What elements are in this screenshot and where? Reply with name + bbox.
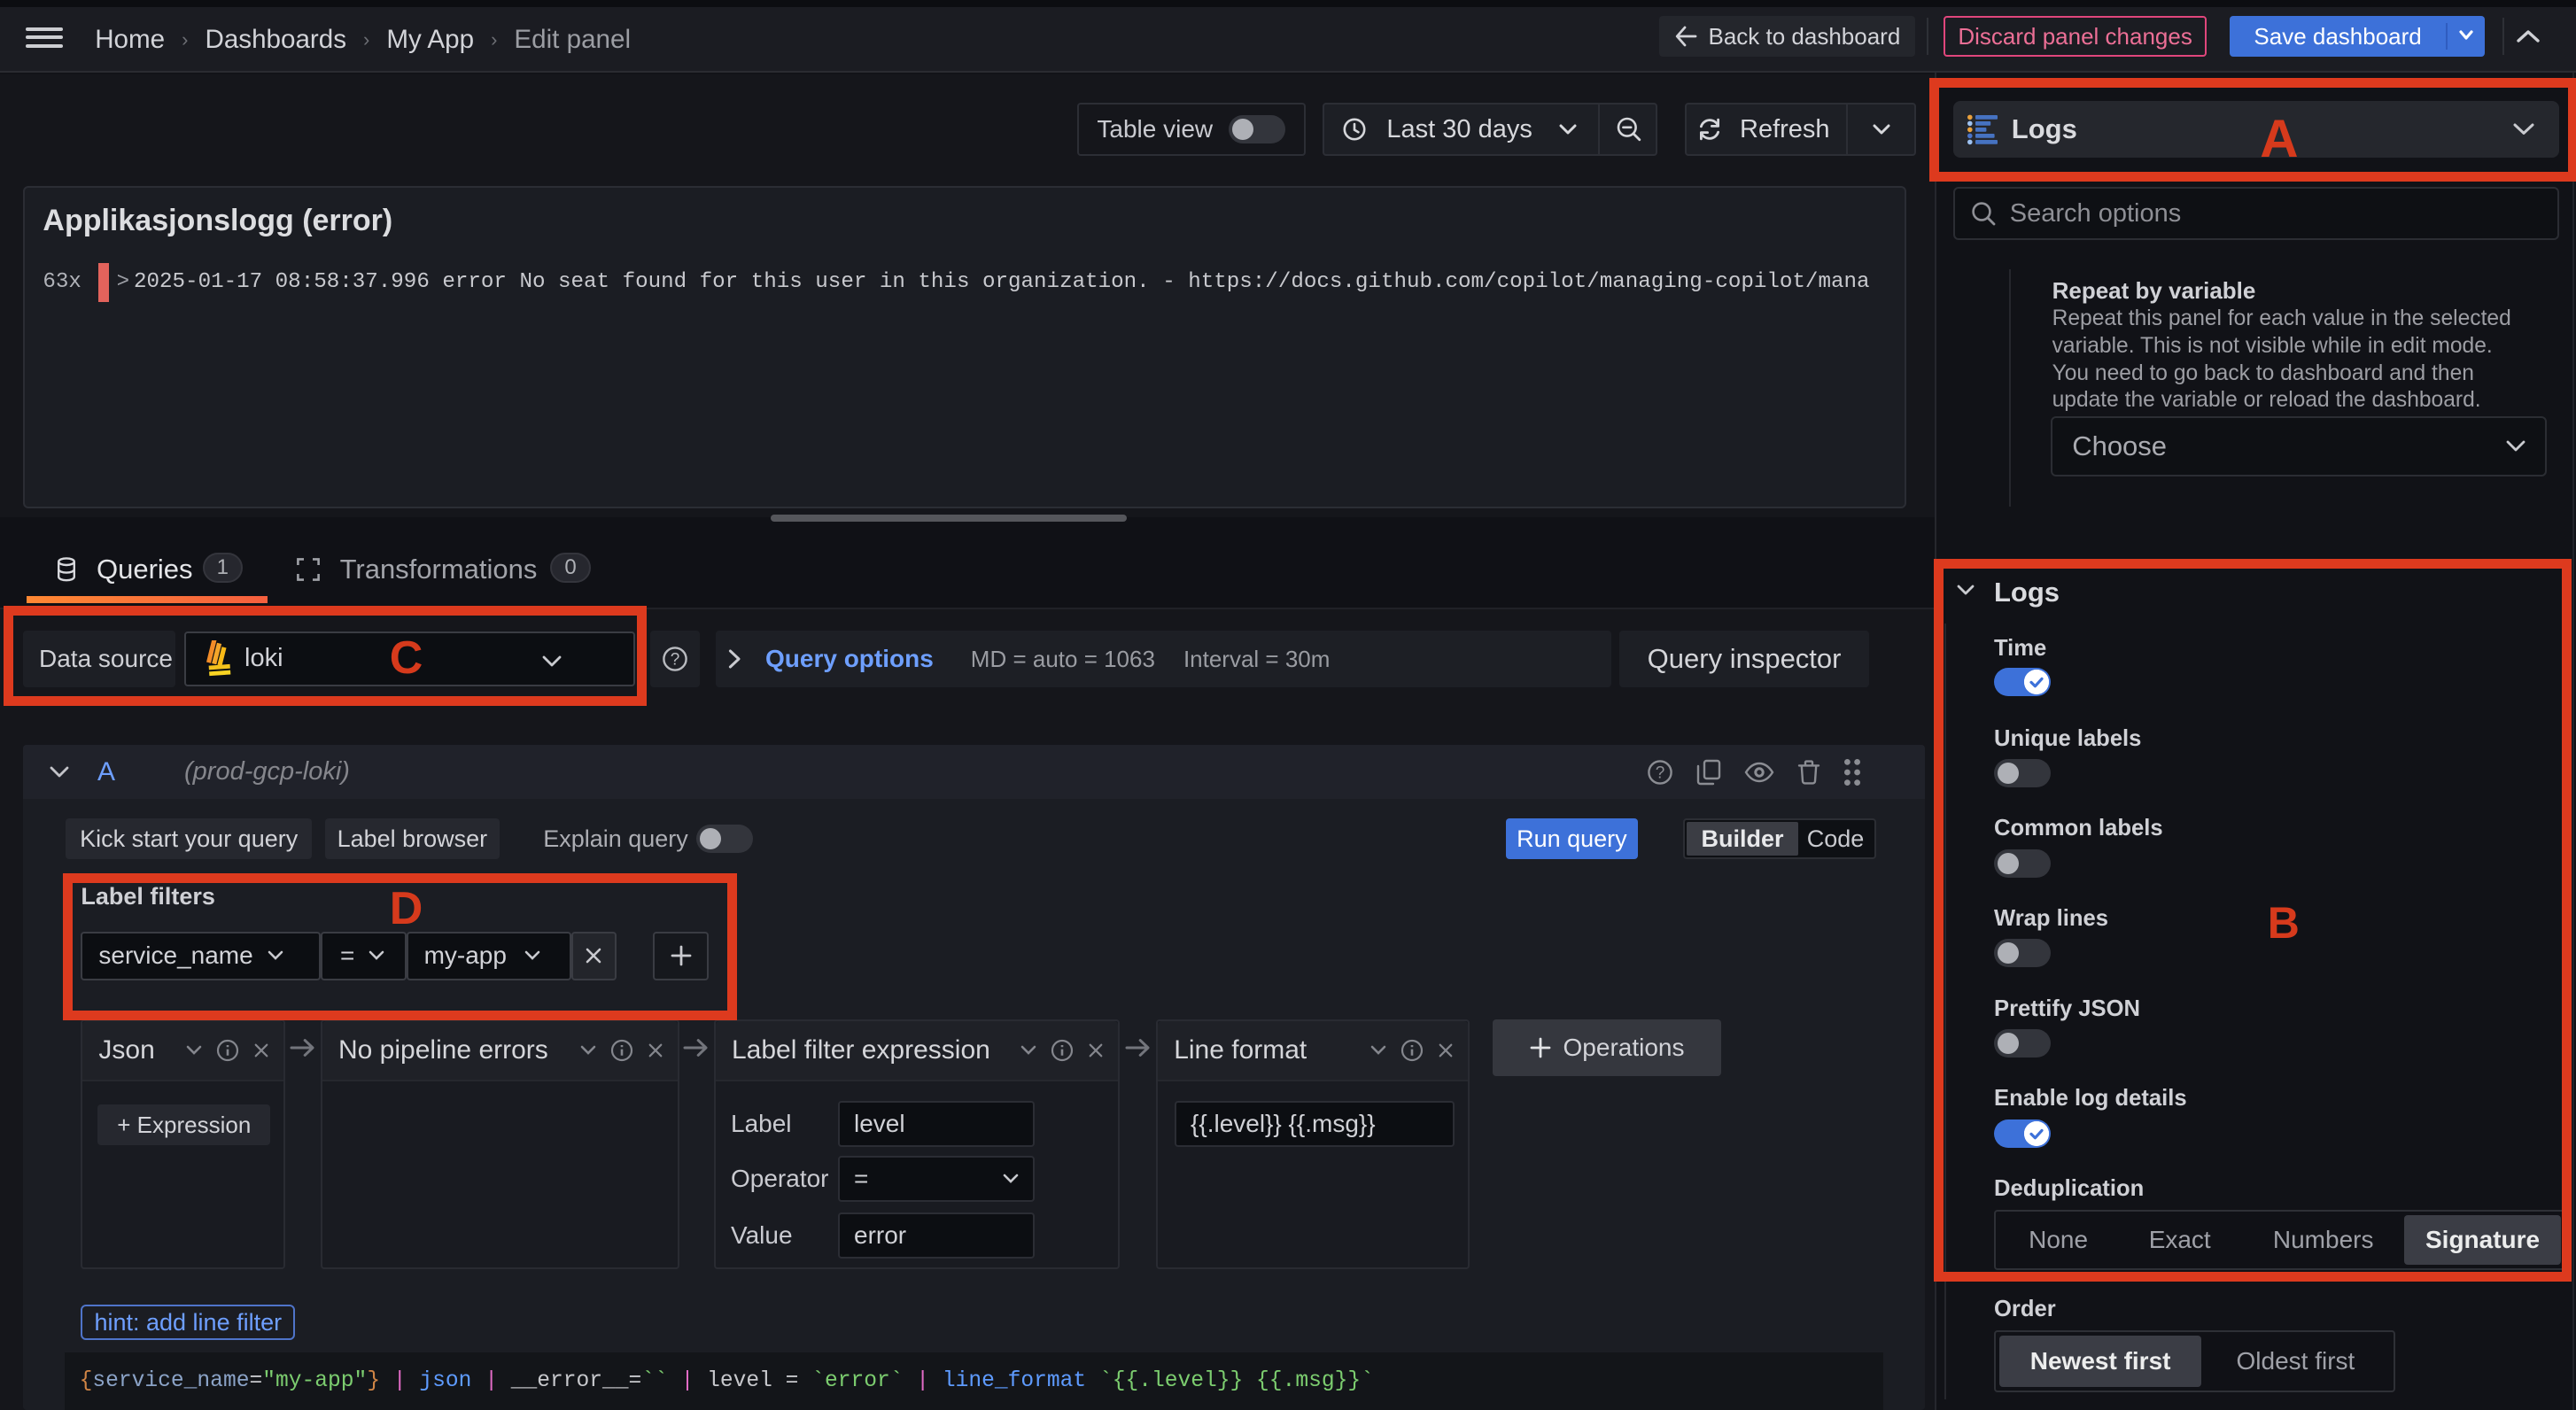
svg-text:?: ? xyxy=(671,651,680,670)
svg-text:?: ? xyxy=(1656,763,1665,782)
